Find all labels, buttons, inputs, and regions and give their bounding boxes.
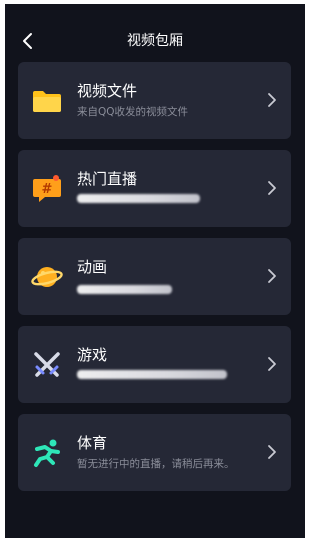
blurred-subtitle (77, 194, 200, 203)
item-title: 动画 (77, 258, 108, 276)
page-title: 视频包厢 (127, 33, 183, 49)
svg-text:#: # (42, 182, 53, 197)
list-item-games[interactable]: 游戏 (18, 326, 291, 403)
chevron-right-icon (268, 181, 276, 195)
chevron-right-icon (268, 445, 276, 459)
chevron-right-icon (268, 269, 276, 283)
item-title: 热门直播 (77, 170, 138, 188)
list-item-sports[interactable]: 体育 暂无进行中的直播，请稍后再来。 (18, 414, 291, 491)
folder-icon (33, 91, 61, 112)
item-subtitle: 暂无进行中的直播，请稍后再来。 (77, 458, 235, 470)
video-lounge-screen: 视频包厢 视频文件 来自QQ收发的视频文件 # 热门直播 动画 游戏 体育 暂无… (5, 4, 305, 538)
list-item-video-files[interactable]: 视频文件 来自QQ收发的视频文件 (18, 62, 291, 139)
list-item-animation[interactable]: 动画 (18, 238, 291, 315)
item-title: 视频文件 (77, 82, 138, 100)
status-bar (5, 4, 305, 10)
list-item-hot-live[interactable]: # 热门直播 (18, 150, 291, 227)
planet-icon (31, 267, 63, 287)
live-stream-icon: # (33, 175, 61, 202)
chevron-right-icon (268, 93, 276, 107)
item-subtitle: 来自QQ收发的视频文件 (77, 106, 189, 118)
header: 视频包厢 (5, 16, 305, 66)
running-person-icon (34, 439, 60, 467)
item-title: 游戏 (77, 346, 108, 364)
blurred-subtitle (77, 285, 172, 294)
chevron-right-icon (268, 357, 276, 371)
item-title: 体育 (77, 434, 108, 452)
blurred-subtitle (77, 370, 227, 379)
crossed-swords-icon (34, 352, 60, 377)
